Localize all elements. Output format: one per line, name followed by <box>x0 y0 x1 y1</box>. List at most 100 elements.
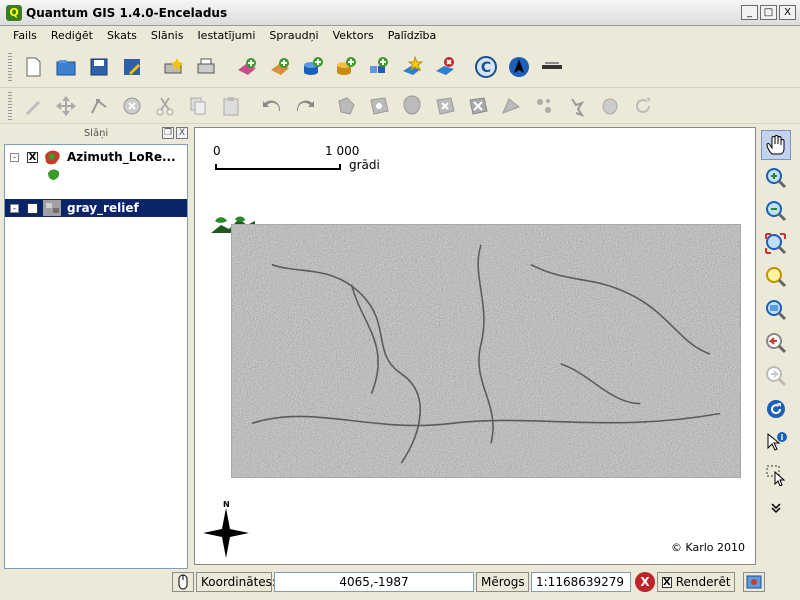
zoom-last-icon[interactable] <box>761 328 791 358</box>
legend-symbol-icon <box>48 169 60 180</box>
pan-icon[interactable] <box>761 130 791 160</box>
menu-file[interactable]: Fails <box>6 26 44 45</box>
rotate-point-symbols-icon[interactable] <box>595 91 625 121</box>
projection-icon[interactable] <box>743 572 765 592</box>
float-panel-button[interactable]: ❐ <box>162 127 174 139</box>
delete-part-icon[interactable] <box>463 91 493 121</box>
scale-bar-line <box>215 164 341 170</box>
delete-ring-icon[interactable] <box>430 91 460 121</box>
toolbar-grip[interactable] <box>8 91 12 120</box>
layer-row-azimuth[interactable]: - X Azimuth_LoRe... <box>5 148 187 166</box>
save-project-icon[interactable] <box>84 52 114 82</box>
add-postgis-layer-icon[interactable] <box>298 52 328 82</box>
scale-bar-icon[interactable] <box>537 52 567 82</box>
cut-features-icon[interactable] <box>150 91 180 121</box>
layer-tree[interactable]: - X Azimuth_LoRe... - X gray_relief <box>4 144 188 569</box>
menu-help[interactable]: Palīdzība <box>381 26 444 45</box>
open-project-icon[interactable] <box>51 52 81 82</box>
layers-panel: Slāņi ❐ X - X Azimuth_LoRe... - X gray_r… <box>4 127 188 569</box>
north-arrow-icon[interactable] <box>504 52 534 82</box>
merge-features-icon[interactable] <box>562 91 592 121</box>
raster-layer-icon <box>43 200 61 216</box>
undo-icon[interactable] <box>257 91 287 121</box>
new-project-icon[interactable] <box>18 52 48 82</box>
copy-features-icon[interactable] <box>183 91 213 121</box>
zoom-full-icon[interactable] <box>761 229 791 259</box>
add-wms-layer-icon[interactable] <box>364 52 394 82</box>
map-north-arrow-icon <box>203 508 249 558</box>
select-icon[interactable] <box>761 460 791 490</box>
node-tool-icon[interactable] <box>84 91 114 121</box>
coordinates-label: Koordinātes: <box>196 572 276 592</box>
render-toggle[interactable]: X Renderēt <box>657 572 735 592</box>
scale-label: Mērogs <box>476 572 529 592</box>
menu-view[interactable]: Skats <box>100 26 144 45</box>
stop-render-icon[interactable]: X <box>635 572 655 592</box>
add-spatialite-layer-icon[interactable] <box>331 52 361 82</box>
layer-visibility-checkbox[interactable]: X <box>27 151 38 163</box>
svg-text:i: i <box>781 433 784 442</box>
refresh-icon[interactable] <box>761 394 791 424</box>
mouse-icon[interactable] <box>172 572 194 592</box>
layer-name[interactable]: Azimuth_LoRe... <box>67 150 176 164</box>
toggle-editing-icon[interactable] <box>18 91 48 121</box>
close-button[interactable]: X <box>779 5 796 20</box>
more-icon[interactable] <box>761 493 791 523</box>
toolbar-grip[interactable] <box>8 52 12 81</box>
menu-settings[interactable]: Iestatījumi <box>190 26 262 45</box>
menu-plugins[interactable]: Spraudņi <box>262 26 325 45</box>
menu-vector[interactable]: Vektors <box>326 26 381 45</box>
layer-visibility-checkbox[interactable]: X <box>27 202 38 214</box>
print-composer-icon[interactable] <box>158 52 188 82</box>
scale-bar: 0 1 000 grādi <box>213 144 413 174</box>
split-features-icon[interactable] <box>529 91 559 121</box>
status-bar: Koordinātes: 4065,-1987 Mērogs 1:1168639… <box>0 568 800 596</box>
layer-expander[interactable]: - <box>10 203 19 213</box>
render-checkbox[interactable]: X <box>662 576 672 588</box>
file-layers-toolbar: C <box>0 46 800 88</box>
remove-layer-icon[interactable] <box>430 52 460 82</box>
add-vector-layer-icon[interactable] <box>232 52 262 82</box>
layer-legend-row <box>5 166 187 184</box>
new-vector-layer-icon[interactable] <box>397 52 427 82</box>
save-as-icon[interactable] <box>117 52 147 82</box>
layers-panel-title-text: Slāņi <box>83 128 109 139</box>
close-panel-button[interactable]: X <box>176 127 188 139</box>
zoom-in-icon[interactable] <box>761 163 791 193</box>
qgis-app-icon: Q <box>6 4 22 21</box>
print-icon[interactable] <box>191 52 221 82</box>
layers-panel-title: Slāņi ❐ X <box>4 127 188 141</box>
vector-layer-icon <box>45 150 60 165</box>
zoom-to-layer-icon[interactable] <box>761 295 791 325</box>
window-titlebar: Q Quantum GIS 1.4.0-Enceladus _ □ X <box>0 0 800 26</box>
layer-expander[interactable]: - <box>10 152 19 162</box>
simplify-feature-icon[interactable] <box>331 91 361 121</box>
zoom-to-selection-icon[interactable] <box>761 262 791 292</box>
scale-bar-end-label: 1 000 <box>325 144 360 158</box>
add-raster-layer-icon[interactable] <box>265 52 295 82</box>
maximize-button[interactable]: □ <box>760 5 777 20</box>
identify-icon[interactable]: i <box>761 427 791 457</box>
refresh-disabled-icon[interactable] <box>628 91 658 121</box>
menu-layer[interactable]: Slānis <box>144 26 191 45</box>
move-feature-icon[interactable] <box>51 91 81 121</box>
window-title: Quantum GIS 1.4.0-Enceladus <box>26 5 228 20</box>
delete-selected-icon[interactable] <box>117 91 147 121</box>
minimize-button[interactable]: _ <box>741 5 758 20</box>
redo-icon[interactable] <box>290 91 320 121</box>
render-label: Renderēt <box>675 575 731 589</box>
coordinates-field[interactable]: 4065,-1987 <box>274 572 474 592</box>
add-island-icon[interactable] <box>397 91 427 121</box>
menu-edit[interactable]: Rediģēt <box>44 26 100 45</box>
zoom-next-icon[interactable] <box>761 361 791 391</box>
add-ring-icon[interactable] <box>364 91 394 121</box>
layer-name[interactable]: gray_relief <box>67 201 139 215</box>
menu-bar: Fails Rediģēt Skats Slānis Iestatījumi S… <box>0 26 800 45</box>
zoom-out-icon[interactable] <box>761 196 791 226</box>
scale-field[interactable]: 1:1168639279 <box>531 572 631 592</box>
layer-row-gray-relief[interactable]: - X gray_relief <box>5 199 187 217</box>
map-canvas[interactable]: 0 1 000 grādi N © Karlo 2010 <box>194 127 756 565</box>
reshape-features-icon[interactable] <box>496 91 526 121</box>
paste-features-icon[interactable] <box>216 91 246 121</box>
copyright-label-icon[interactable]: C <box>471 52 501 82</box>
